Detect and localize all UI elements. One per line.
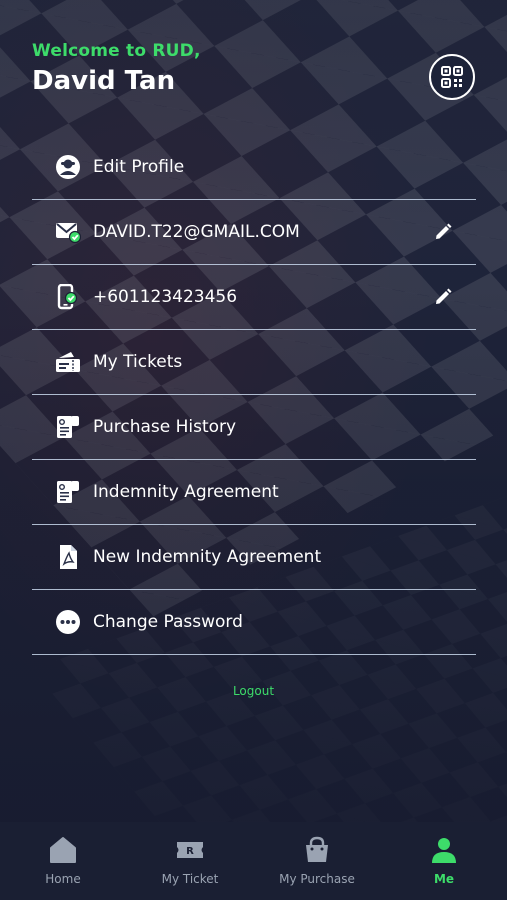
- menu-item-label: Purchase History: [93, 417, 237, 437]
- menu-item-email[interactable]: DAVID.T22@GMAIL.COM: [32, 200, 476, 265]
- welcome-text: Welcome to RUD,: [32, 41, 201, 61]
- receipt-icon: [54, 413, 82, 441]
- menu-item-phone[interactable]: +601123423456: [32, 265, 476, 330]
- tab-my-ticket[interactable]: R My Ticket: [127, 822, 253, 900]
- qr-code-icon: [441, 66, 463, 88]
- email-text: DAVID.T22@GMAIL.COM: [93, 222, 300, 242]
- tab-label: My Purchase: [279, 872, 355, 886]
- bottom-tab-bar: Home R My Ticket My Purchase Me: [0, 822, 507, 900]
- tab-me[interactable]: Me: [381, 822, 507, 900]
- tab-label: Me: [433, 872, 455, 886]
- menu-item-purchase-history[interactable]: Purchase History: [32, 395, 476, 460]
- tab-my-purchase[interactable]: My Purchase: [254, 822, 380, 900]
- phone-text: +601123423456: [93, 287, 238, 307]
- tab-label: My Ticket: [161, 872, 219, 886]
- svg-text:R: R: [186, 846, 194, 857]
- more-dots-icon: [54, 608, 82, 636]
- ticket-icon: R: [174, 834, 206, 866]
- shopping-bag-icon: [301, 834, 333, 866]
- home-icon: [47, 834, 79, 866]
- user-name: David Tan: [32, 66, 176, 96]
- document-icon: [54, 478, 82, 506]
- menu-item-label: My Tickets: [93, 352, 183, 372]
- email-verified-icon: [54, 218, 82, 246]
- person-icon: [428, 834, 460, 866]
- menu-item-new-indemnity-agreement[interactable]: New Indemnity Agreement: [32, 525, 476, 590]
- tab-home[interactable]: Home: [0, 822, 126, 900]
- pdf-file-icon: [54, 543, 82, 571]
- menu-item-label: Indemnity Agreement: [93, 482, 279, 502]
- menu-item-my-tickets[interactable]: My Tickets: [32, 330, 476, 395]
- qr-code-button[interactable]: [429, 54, 475, 100]
- tab-label: Home: [45, 872, 81, 886]
- menu-item-change-password[interactable]: Change Password: [32, 590, 476, 655]
- pencil-icon[interactable]: [432, 286, 454, 308]
- menu-item-indemnity-agreement[interactable]: Indemnity Agreement: [32, 460, 476, 525]
- tickets-icon: [54, 348, 82, 376]
- logout-link[interactable]: Logout: [0, 684, 507, 698]
- menu-item-label: Edit Profile: [93, 157, 185, 177]
- menu-item-label: Change Password: [93, 612, 243, 632]
- menu-item-edit-profile[interactable]: Edit Profile: [32, 135, 476, 200]
- phone-verified-icon: [54, 283, 82, 311]
- profile-menu: Edit Profile DAVID.T22@GMAIL.COM +601123…: [32, 135, 476, 655]
- pencil-icon[interactable]: [432, 221, 454, 243]
- user-avatar-icon: [54, 153, 82, 181]
- menu-item-label: New Indemnity Agreement: [93, 547, 322, 567]
